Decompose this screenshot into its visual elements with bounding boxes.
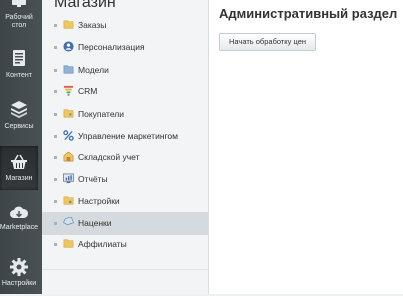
price-tag-icon bbox=[63, 217, 74, 226]
rail-label-settings: Настройки bbox=[1, 280, 37, 287]
bullet-icon bbox=[54, 200, 57, 203]
cloud-download-icon bbox=[10, 206, 29, 218]
gear-icon bbox=[10, 258, 28, 276]
rail-item-desktop[interactable]: Рабочий стол bbox=[0, 0, 38, 44]
bullet-icon bbox=[54, 90, 57, 93]
rail-label-content: Контент bbox=[6, 72, 32, 79]
shop-menu: Магазин Заказы Персонализация Модели CRM… bbox=[42, 0, 209, 294]
menu-item-label: Персонализация bbox=[78, 42, 145, 52]
bullet-icon bbox=[54, 156, 57, 159]
folder-icon bbox=[63, 65, 74, 74]
bullet-icon bbox=[54, 113, 57, 116]
rail-item-content[interactable]: Контент bbox=[0, 46, 38, 90]
bullet-icon bbox=[54, 69, 57, 72]
desktop-icon bbox=[12, 0, 26, 7]
menu-item-models[interactable]: Модели bbox=[42, 59, 208, 82]
rail-label-services: Сервисы bbox=[4, 123, 34, 130]
menu-title: Магазин bbox=[54, 0, 116, 11]
menu-item-label: Управление маркетингом bbox=[78, 131, 178, 141]
rail-item-services[interactable]: Сервисы bbox=[0, 95, 38, 139]
rail-label-shop: Магазин bbox=[5, 175, 33, 182]
rail-label-desktop-line1: Рабочий bbox=[5, 14, 33, 21]
menu-item-label: Отчёты bbox=[78, 174, 108, 184]
left-rail: Рабочий стол Контент Сервисы Магазин Mar… bbox=[0, 0, 43, 294]
menu-item-label: Настройки bbox=[78, 196, 120, 206]
rail-label-marketplace: Marketplace bbox=[0, 224, 39, 231]
menu-item-warehouse[interactable]: Складской учет bbox=[42, 146, 208, 169]
menu-item-label: Модели bbox=[78, 65, 109, 75]
rail-label-desktop-line2: стол bbox=[11, 22, 27, 29]
document-icon bbox=[13, 50, 25, 66]
menu-item-label: CRM bbox=[78, 86, 98, 96]
bullet-icon bbox=[54, 222, 57, 225]
menu-divider bbox=[42, 269, 208, 270]
menu-item-label: Складской учет bbox=[78, 152, 140, 162]
menu-item-label: Наценки bbox=[78, 218, 112, 228]
folder-affiliate-icon bbox=[63, 239, 74, 248]
bullet-icon bbox=[54, 135, 57, 138]
warehouse-icon bbox=[63, 151, 74, 162]
basket-icon bbox=[11, 154, 27, 169]
rail-item-settings[interactable]: Настройки bbox=[0, 252, 38, 296]
funnel-icon bbox=[63, 85, 74, 96]
main-content: Административный раздел Начать обработку… bbox=[209, 0, 403, 294]
menu-item-crm[interactable]: CRM bbox=[42, 80, 208, 103]
menu-item-personalization[interactable]: Персонализация bbox=[42, 36, 208, 59]
layers-icon bbox=[11, 101, 27, 118]
menu-item-label: Покупатели bbox=[78, 109, 124, 119]
monitor-chart-icon bbox=[63, 173, 74, 184]
bullet-icon bbox=[54, 46, 57, 49]
menu-item-orders[interactable]: Заказы bbox=[42, 14, 208, 37]
menu-item-label: Аффилиаты bbox=[78, 239, 127, 249]
menu-item-settings[interactable]: Настройки bbox=[42, 190, 208, 213]
percent-icon bbox=[63, 130, 74, 141]
menu-item-affiliates[interactable]: Аффилиаты bbox=[42, 233, 208, 256]
page-title: Административный раздел bbox=[219, 6, 398, 21]
rail-item-shop[interactable]: Магазин bbox=[0, 146, 38, 190]
bullet-icon bbox=[54, 243, 57, 246]
bullet-icon bbox=[54, 178, 57, 181]
menu-item-markups[interactable]: Наценки bbox=[42, 212, 208, 235]
start-price-processing-button[interactable]: Начать обработку цен bbox=[219, 33, 317, 51]
folder-settings-icon bbox=[63, 196, 74, 205]
menu-item-marketing[interactable]: Управление маркетингом bbox=[42, 125, 208, 148]
menu-item-reports[interactable]: Отчёты bbox=[42, 168, 208, 191]
menu-item-label: Заказы bbox=[78, 20, 107, 30]
bullet-icon bbox=[54, 24, 57, 27]
user-circle-icon bbox=[63, 41, 74, 52]
folder-cart-icon bbox=[63, 20, 74, 29]
rail-item-marketplace[interactable]: Marketplace bbox=[0, 200, 38, 244]
menu-item-customers[interactable]: Покупатели bbox=[42, 103, 208, 126]
folder-people-icon bbox=[63, 109, 74, 118]
